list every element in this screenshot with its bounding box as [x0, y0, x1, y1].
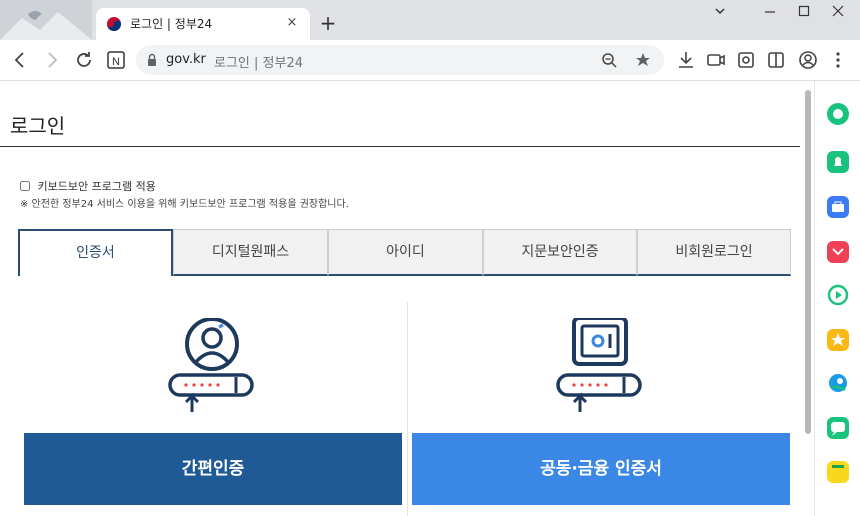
address-bar[interactable]: gov.kr 로그인 | 정부24: [136, 45, 664, 75]
screenshot-icon[interactable]: [734, 48, 758, 72]
tab-id[interactable]: 아이디: [328, 229, 483, 276]
forward-icon[interactable]: [40, 48, 64, 72]
keyboard-security-label: 키보드보안 프로그램 적용: [37, 180, 156, 193]
circle-icon[interactable]: [827, 103, 849, 125]
browser-toolbar: N gov.kr 로그인 | 정부24: [0, 40, 860, 80]
play-icon[interactable]: [827, 284, 849, 306]
tab-search-icon[interactable]: [705, 4, 735, 24]
profile-icon[interactable]: [796, 48, 820, 72]
joint-cert-button[interactable]: 공동·금융 인증서: [412, 433, 790, 505]
lock-icon: [148, 53, 156, 66]
bird-icon[interactable]: [827, 372, 849, 394]
zoom-icon[interactable]: [600, 51, 618, 73]
tab-strip: 로그인 | 정부24 × +: [0, 0, 860, 40]
tab-fingerprint[interactable]: 지문보안인증: [483, 229, 637, 276]
security-notice: ※ 안전한 정부24 서비스 이용을 위해 키보드보안 프로그램 적용을 권장합…: [20, 199, 349, 210]
new-tab-button[interactable]: +: [317, 12, 339, 34]
bookmark-extension-icon[interactable]: [634, 51, 652, 73]
minimize-button[interactable]: [755, 4, 785, 24]
column-divider: [407, 302, 408, 516]
bell-icon[interactable]: [827, 151, 849, 173]
notion-extension-icon[interactable]: N: [104, 48, 128, 72]
tab-title: 로그인 | 정부24: [130, 17, 213, 31]
simple-auth-button[interactable]: 간편인증: [24, 433, 402, 505]
keyboard-security-option[interactable]: 키보드보안 프로그램 적용: [20, 178, 156, 194]
side-panel: [814, 81, 860, 516]
tab-nonmember[interactable]: 비회원로그인: [637, 229, 791, 276]
active-tab[interactable]: 로그인 | 정부24 ×: [96, 8, 310, 40]
browser-window: 로그인 | 정부24 × + N gov.kr 로그인 | 정부24 로그인 키…: [0, 0, 860, 516]
reload-icon[interactable]: [72, 48, 96, 72]
chat-icon[interactable]: [827, 417, 849, 439]
briefcase-icon[interactable]: [827, 196, 849, 218]
svg-text:N: N: [112, 56, 120, 68]
keyboard-security-checkbox[interactable]: [20, 181, 30, 191]
pocket-icon[interactable]: [827, 241, 849, 263]
url-host: gov.kr: [166, 52, 206, 67]
side-panel-icon[interactable]: [764, 48, 788, 72]
taegeuk-favicon-icon: [107, 17, 121, 31]
video-icon[interactable]: [704, 48, 728, 72]
menu-icon[interactable]: [826, 48, 850, 72]
back-icon[interactable]: [8, 48, 32, 72]
download-icon[interactable]: [674, 48, 698, 72]
page-title: 로그인: [10, 114, 66, 138]
close-tab-icon[interactable]: ×: [284, 15, 300, 31]
close-window-button[interactable]: [823, 4, 853, 24]
tab-certificate[interactable]: 인증서: [18, 229, 173, 276]
tab-digital-onepass[interactable]: 디지털원패스: [173, 229, 328, 276]
note-icon[interactable]: [827, 461, 849, 483]
scrollbar-thumb[interactable]: [805, 90, 811, 434]
page-content: 로그인 키보드보안 프로그램 적용 ※ 안전한 정부24 서비스 이용을 위해 …: [0, 90, 800, 516]
simple-auth-illustration-icon: [166, 317, 258, 418]
toolbar-divider: [0, 80, 860, 81]
theme-decoration: [0, 0, 92, 40]
title-divider: [0, 146, 800, 147]
url-rest: 로그인 | 정부24: [214, 56, 303, 71]
login-method-tabs: 인증서 디지털원패스 아이디 지문보안인증 비회원로그인: [18, 229, 791, 276]
joint-cert-illustration-icon: [554, 316, 646, 418]
star-icon[interactable]: [827, 329, 849, 351]
page-scrollbar[interactable]: [803, 90, 813, 516]
maximize-button[interactable]: [789, 4, 819, 24]
